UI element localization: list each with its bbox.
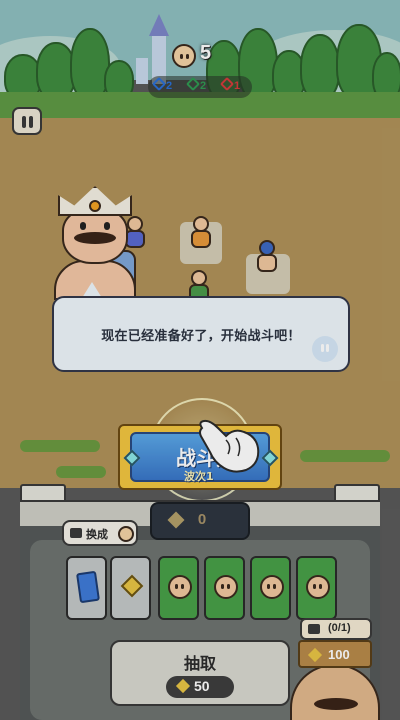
stat-sword-value: 1 xyxy=(234,80,241,92)
video-icon xyxy=(308,624,320,634)
stat-shield-value: 2 xyxy=(200,80,207,92)
coin-face-icon xyxy=(118,526,134,542)
king-mustache xyxy=(74,232,116,244)
stat-sword: 1 xyxy=(219,76,241,92)
distant-castle-roof xyxy=(149,14,169,36)
pointing-hand-icon xyxy=(199,419,260,473)
shield-icon xyxy=(185,76,201,92)
dialog-text: 现在已经准备好了，开始战斗吧！ xyxy=(101,328,301,344)
slot-unit[interactable] xyxy=(158,556,199,620)
slot-card[interactable] xyxy=(66,556,107,620)
coin-face-icon xyxy=(260,575,284,599)
ad-count: (0/1) xyxy=(328,622,351,634)
crown-jewel xyxy=(89,200,101,212)
energy-value: 0 xyxy=(197,511,207,528)
grass-patch xyxy=(20,440,100,452)
dialog-box[interactable]: 现在已经准备好了，开始战斗吧！ xyxy=(52,296,350,372)
distant-castle xyxy=(136,58,148,84)
stat-key-value: 2 xyxy=(166,80,173,92)
slot-unit[interactable] xyxy=(250,556,291,620)
slot-gem[interactable] xyxy=(110,556,151,620)
ad-price-tag[interactable]: 100 xyxy=(298,640,372,668)
dialog-continue-icon[interactable] xyxy=(312,336,338,362)
draw-cost-value: 50 xyxy=(194,678,210,694)
pause-button[interactable] xyxy=(12,107,42,135)
grass-patch xyxy=(300,450,390,462)
stat-shield: 2 xyxy=(185,76,207,92)
ad-reward-button[interactable]: (0/1) xyxy=(300,618,372,640)
slot-unit[interactable] xyxy=(296,556,337,620)
coin-face-icon xyxy=(306,575,330,599)
gem-icon xyxy=(307,647,323,663)
swap-button[interactable]: 换成 xyxy=(62,520,138,546)
card-icon xyxy=(76,570,100,604)
unit-body xyxy=(257,254,277,272)
video-icon xyxy=(70,528,82,538)
key-icon xyxy=(151,76,167,92)
unit-body xyxy=(191,230,211,248)
stat-key: 2 xyxy=(151,76,173,92)
coin-face-icon xyxy=(214,575,238,599)
ally-unit xyxy=(254,240,280,274)
tree xyxy=(300,34,340,100)
coin-icon xyxy=(172,44,196,68)
draw-button[interactable]: 抽取 50 xyxy=(110,640,290,706)
merchant-mustache xyxy=(314,698,358,710)
king-eye xyxy=(104,222,110,230)
energy-display: 0 xyxy=(150,502,250,540)
sword-icon xyxy=(219,76,235,92)
king-eye xyxy=(80,222,86,230)
gem-icon xyxy=(175,678,191,694)
draw-label: 抽取 xyxy=(183,654,216,673)
gem-icon xyxy=(120,574,144,598)
slot-unit[interactable] xyxy=(204,556,245,620)
swap-label: 换成 xyxy=(86,528,108,541)
ally-unit xyxy=(188,216,214,250)
draw-cost: 50 xyxy=(166,676,234,698)
coin-face-icon xyxy=(168,575,192,599)
coin-count: 5 xyxy=(200,42,212,64)
grass-patch xyxy=(56,466,106,478)
ad-price-value: 100 xyxy=(328,647,350,662)
game-scene: 5 2 2 1 现在已经准备好了，开始战斗吧！ 战斗开 波次1 0 换成 抽取 … xyxy=(0,0,400,720)
